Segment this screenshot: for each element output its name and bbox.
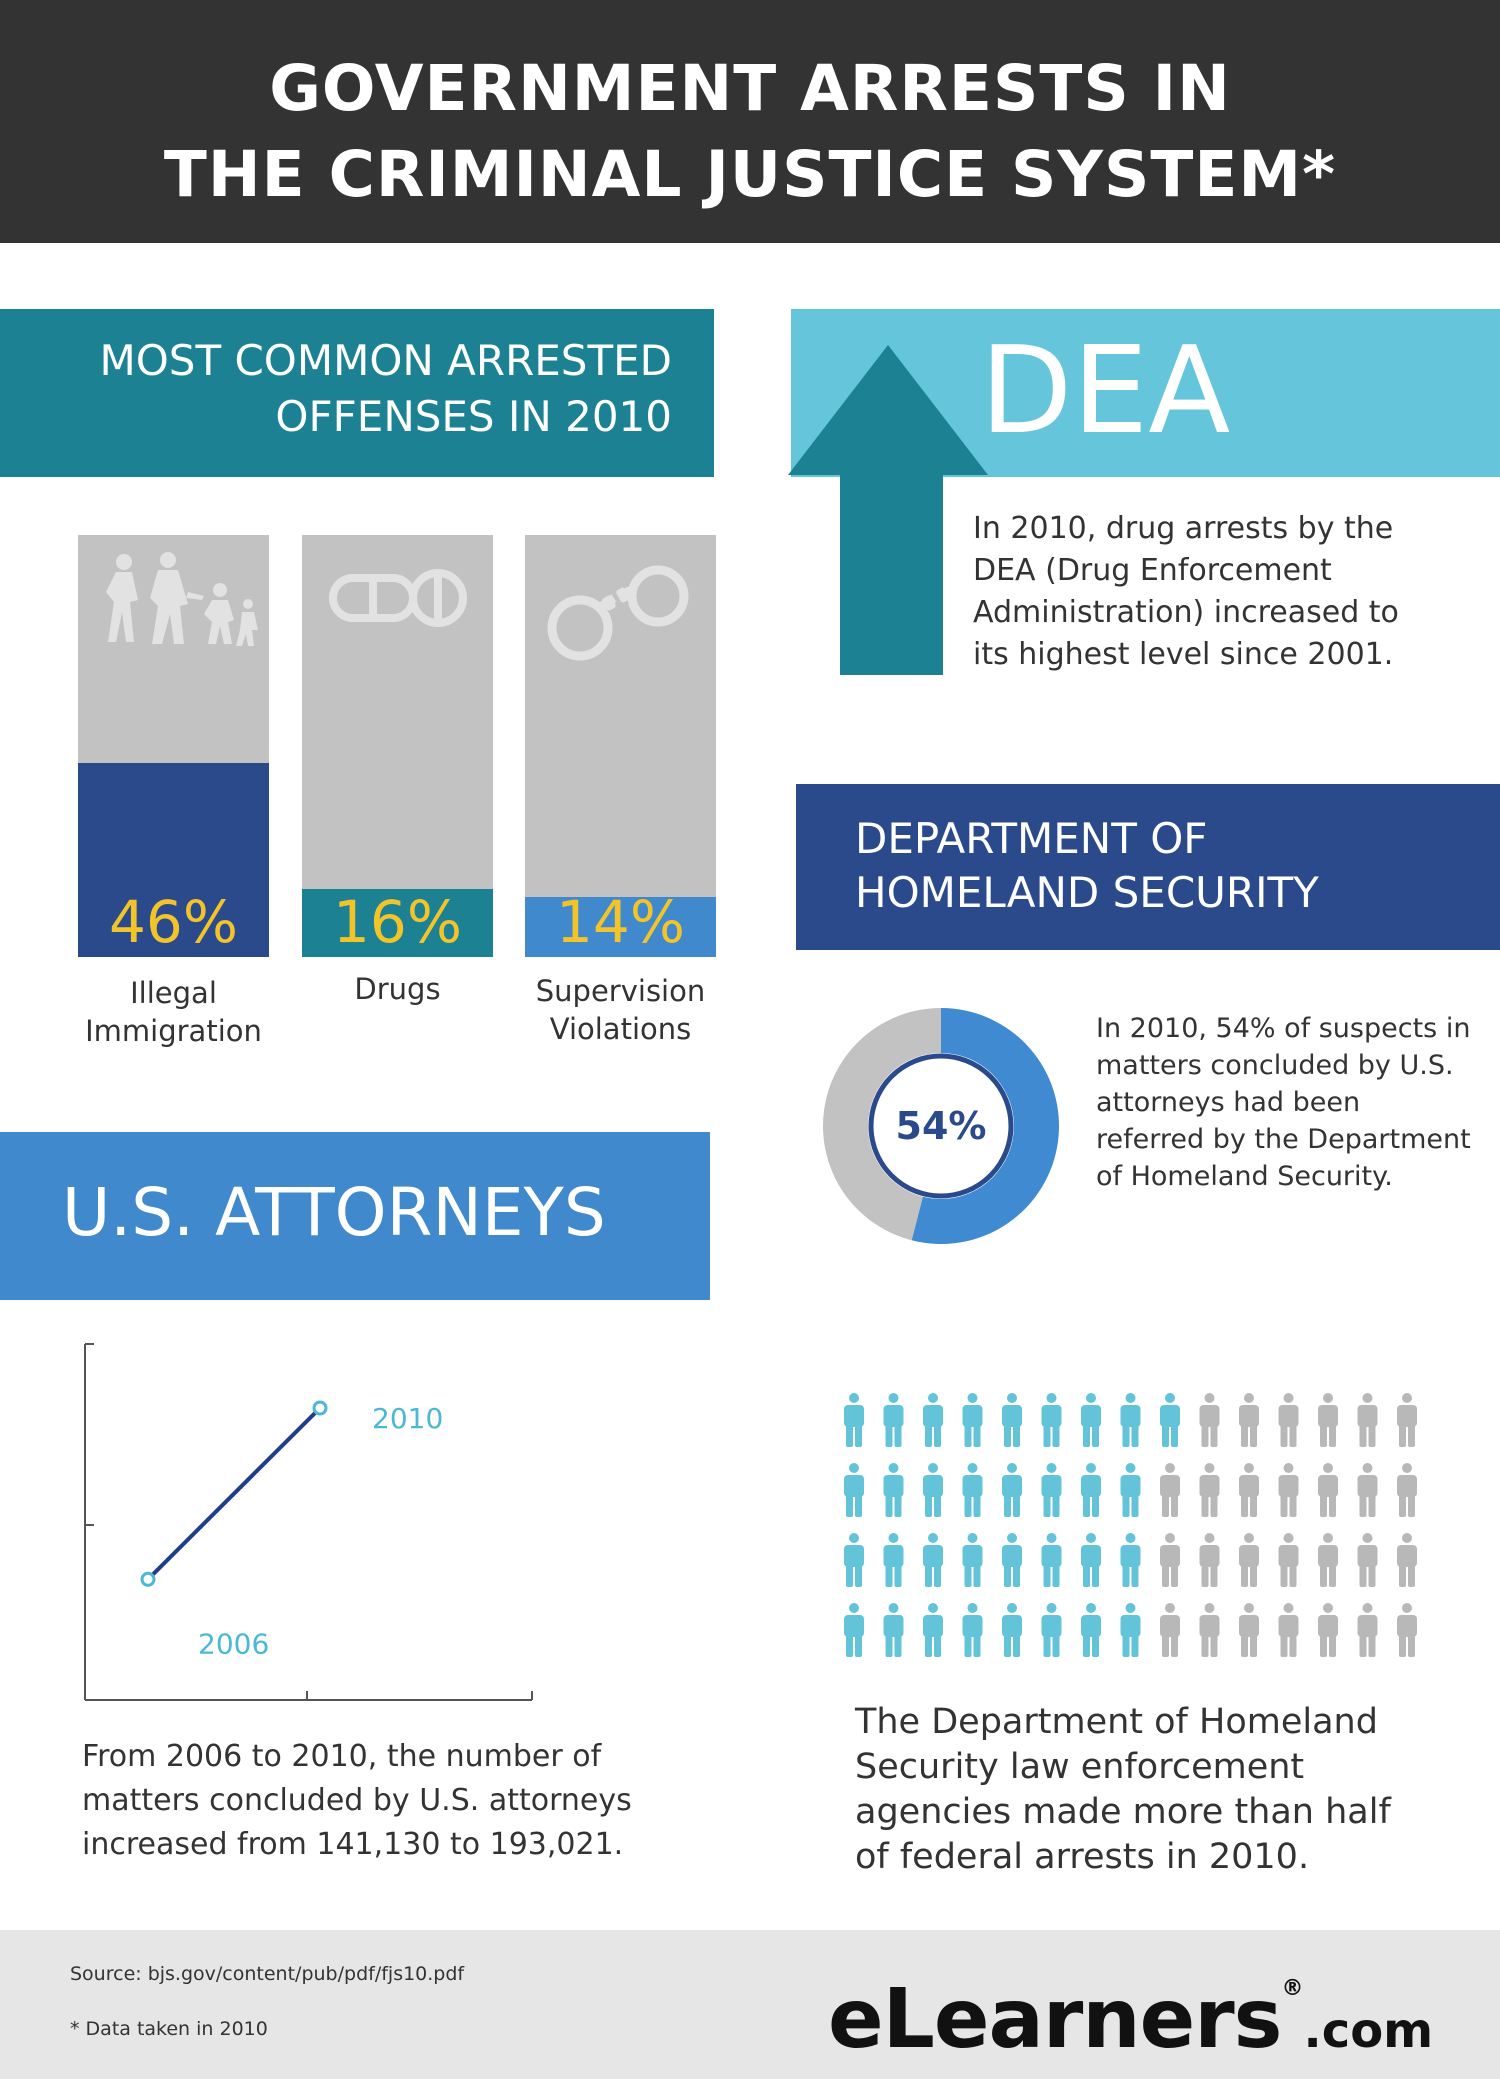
bar-label-drugs: Drugs [354,972,441,1006]
person-icon [1120,1533,1141,1587]
person-icon [1357,1463,1378,1517]
person-icon [844,1393,864,1447]
person-icon [1397,1393,1417,1447]
person-icon [844,1463,864,1517]
person-icon [1002,1463,1022,1517]
us-attorneys-description: From 2006 to 2010, the number of matters… [82,1739,632,1862]
person-icon [1120,1603,1141,1657]
person-icon [1160,1603,1180,1657]
person-icon [962,1463,983,1517]
elearners-logo: eLearners®.com [828,1972,1434,2067]
person-icon [1120,1393,1141,1447]
donut-center-label: 54% [896,1104,987,1148]
person-icon [923,1463,943,1517]
person-icon [923,1393,943,1447]
line-chart: 2006 2010 [84,1343,533,1701]
person-icon [1278,1603,1299,1657]
person-icon [1357,1533,1378,1587]
donut-description: In 2010, 54% of suspects in matters conc… [1096,1013,1471,1192]
people-grid [844,1393,1417,1657]
bar-label-supervision-violations: Supervision Violations [535,974,706,1046]
person-icon [1041,1463,1062,1517]
line-point-label-2010: 2010 [372,1402,443,1435]
person-icon [1318,1533,1338,1587]
offenses-title: MOST COMMON ARRESTED OFFENSES IN 2010 [99,336,672,441]
person-icon [1081,1463,1101,1517]
person-icon [883,1463,904,1517]
person-icon [1239,1463,1259,1517]
up-arrow-icon [788,345,988,675]
line-point-label-2006: 2006 [198,1627,269,1660]
line-point-2010 [312,1400,328,1416]
people-description: The Department of Homeland Security law … [855,1702,1391,1877]
page-title: GOVERNMENT ARRESTS IN THE CRIMINAL JUSTI… [163,52,1337,211]
us-attorneys-title: U.S. ATTORNEYS [62,1174,606,1251]
person-icon [1041,1393,1062,1447]
line-point-2006 [140,1571,156,1587]
bar-label-illegal-immigration: Illegal Immigration [85,976,262,1048]
person-icon [962,1603,983,1657]
person-icon [1160,1533,1180,1587]
person-icon [844,1603,864,1657]
person-icon [1160,1463,1180,1517]
donut-chart: 54% [822,1008,1059,1244]
person-icon [1357,1393,1378,1447]
person-icon [1081,1603,1101,1657]
dhs-title: DEPARTMENT OF HOMELAND SECURITY [855,814,1319,917]
person-icon [1397,1603,1417,1657]
data-note: * Data taken in 2010 [70,2018,268,2040]
person-icon [1002,1393,1022,1447]
person-icon [1199,1393,1220,1447]
person-icon [1318,1603,1338,1657]
person-icon [1278,1533,1299,1587]
person-icon [1199,1603,1220,1657]
person-icon [1318,1463,1338,1517]
person-icon [1318,1393,1338,1447]
person-icon [1041,1603,1062,1657]
person-icon [1081,1533,1101,1587]
person-icon [1397,1463,1417,1517]
line-series-segment [146,1406,322,1581]
fleeing-family-icon [106,552,258,646]
person-icon [1002,1603,1022,1657]
person-icon [844,1533,864,1587]
dea-description: In 2010, drug arrests by the DEA (Drug E… [973,511,1399,672]
pills-icon [329,569,467,627]
person-icon [1239,1603,1259,1657]
person-icon [883,1603,904,1657]
person-icon [1081,1393,1101,1447]
person-icon [1120,1463,1141,1517]
person-icon [1357,1603,1378,1657]
person-icon [1041,1533,1062,1587]
handcuffs-icon [547,565,689,661]
person-icon [962,1393,983,1447]
person-icon [923,1603,943,1657]
person-icon [923,1533,943,1587]
person-icon [1239,1533,1259,1587]
source-note: Source: bjs.gov/content/pub/pdf/fjs10.pd… [70,1963,465,1985]
person-icon [1199,1463,1220,1517]
person-icon [1278,1393,1299,1447]
person-icon [883,1393,904,1447]
person-icon [1160,1393,1180,1447]
bar-value-drugs: 16% [333,888,462,956]
person-icon [1002,1533,1022,1587]
person-icon [1239,1393,1259,1447]
bar-value-supervision-violations: 14% [556,888,685,956]
bar-value-illegal-immigration: 46% [109,888,238,956]
person-icon [962,1533,983,1587]
person-icon [1199,1533,1220,1587]
dea-title: DEA [980,322,1231,461]
person-icon [883,1533,904,1587]
person-icon [1278,1463,1299,1517]
person-icon [1397,1533,1417,1587]
